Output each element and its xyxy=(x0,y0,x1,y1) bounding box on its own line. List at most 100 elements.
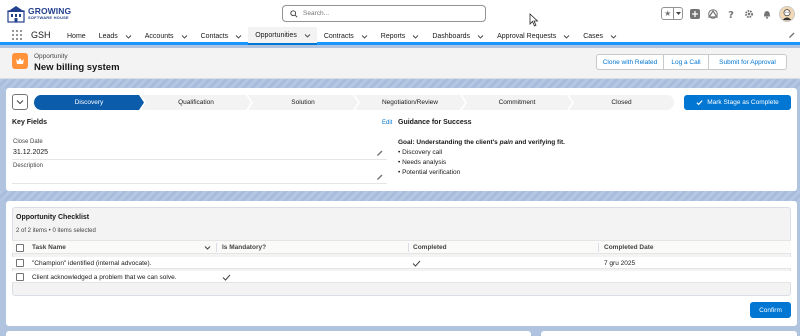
record-object-type: Opportunity xyxy=(34,53,68,60)
path-stage-label: Discovery xyxy=(74,99,104,106)
nav-tab-cases[interactable]: Cases xyxy=(576,27,623,45)
path-stage-commitment[interactable]: Commitment xyxy=(462,95,572,110)
nav-tab-label: Accounts xyxy=(144,32,174,40)
guidance-goal-prefix: Goal: Understanding the client's xyxy=(398,139,500,146)
app-launcher-icon[interactable] xyxy=(12,30,22,40)
nav-tab-accounts[interactable]: Accounts xyxy=(138,27,194,45)
guidance-bullet: • Discovery call xyxy=(398,149,443,156)
key-fields-title: Key Fields xyxy=(12,119,48,126)
row-select-checkbox[interactable] xyxy=(16,259,24,267)
path-stage-label: Closed xyxy=(611,99,632,106)
column-header-completed-date[interactable]: Completed Date xyxy=(604,241,653,254)
help-button[interactable]: ? xyxy=(725,8,737,20)
clone-with-related-button[interactable]: Clone with Related xyxy=(596,54,664,70)
chevron-down-icon[interactable] xyxy=(361,33,368,40)
chevron-down-icon[interactable] xyxy=(610,33,617,40)
mandatory-checkmark-icon xyxy=(222,274,231,281)
nav-tab-contracts[interactable]: Contracts xyxy=(317,27,374,45)
path-stage-negotiation-review[interactable]: Negotiation/Review xyxy=(355,95,465,110)
nav-tab-opportunities[interactable]: Opportunities xyxy=(248,27,317,45)
search-icon xyxy=(290,9,298,18)
key-fields-edit-link[interactable]: Edit xyxy=(382,120,392,126)
mouse-cursor-icon xyxy=(529,13,539,27)
help-icon: ? xyxy=(728,10,734,19)
chevron-down-icon xyxy=(16,100,24,105)
row-select-checkbox[interactable] xyxy=(16,273,24,281)
gear-icon xyxy=(745,9,753,18)
table-header-row: Task Name Is Mandatory? Completed Comple… xyxy=(12,240,791,254)
edit-description-pencil-icon[interactable] xyxy=(376,173,384,181)
user-avatar[interactable] xyxy=(779,5,795,22)
checkmark-icon xyxy=(696,100,703,106)
nav-tab-home[interactable]: Home xyxy=(60,27,92,45)
chevron-down-icon[interactable] xyxy=(204,245,211,251)
company-logo[interactable]: GROWING SOFTWARE HOUSE xyxy=(6,3,72,24)
notifications-button[interactable] xyxy=(761,8,773,20)
confirm-button[interactable]: Confirm xyxy=(750,302,791,318)
completed-checkmark-icon xyxy=(412,260,421,267)
background-texture xyxy=(0,79,800,88)
guidance-bullet: • Needs analysis xyxy=(398,159,447,166)
column-divider xyxy=(408,243,409,252)
global-actions-button[interactable] xyxy=(689,8,701,20)
nav-tab-dashboards[interactable]: Dashboards xyxy=(425,27,490,45)
nav-tab-label: Contacts xyxy=(200,32,229,40)
global-header: GROWING SOFTWARE HOUSE Search... ★ ? xyxy=(0,0,800,27)
completed-date-cell: 7 gru 2025 xyxy=(604,259,636,267)
path-stage-discovery[interactable]: Discovery xyxy=(34,95,144,110)
setup-button[interactable] xyxy=(743,8,755,20)
chevron-down-icon[interactable] xyxy=(412,33,419,40)
opportunity-crown-icon xyxy=(12,53,28,69)
nav-tab-contacts[interactable]: Contacts xyxy=(194,27,249,45)
guidance-bullet: • Potential verification xyxy=(398,169,461,176)
guidance-goal: Goal: Understanding the client's pain an… xyxy=(398,139,565,146)
path-stage-solution[interactable]: Solution xyxy=(248,95,358,110)
nav-tab-label: Contracts xyxy=(323,32,354,40)
nav-tabs: Home Leads Accounts Contacts Opportunities Co… xyxy=(60,27,623,45)
chevron-down-icon[interactable] xyxy=(181,33,188,40)
nav-tab-approval-requests[interactable]: Approval Requests xyxy=(490,27,576,45)
favorites-menu-button[interactable] xyxy=(673,8,682,19)
record-title: New billing system xyxy=(34,62,120,73)
chevron-down-icon[interactable] xyxy=(477,33,484,40)
chevron-down-icon[interactable] xyxy=(304,32,311,39)
nav-tab-reports[interactable]: Reports xyxy=(374,27,426,45)
select-all-checkbox[interactable] xyxy=(16,244,24,252)
table-row: "Champion" identified (internal advocate… xyxy=(12,257,791,269)
chevron-down-icon[interactable] xyxy=(125,33,132,40)
column-header-task-name[interactable]: Task Name xyxy=(32,241,66,254)
nav-tab-label: Leads xyxy=(98,32,118,40)
background-texture xyxy=(0,191,800,201)
nav-tab-leads[interactable]: Leads xyxy=(92,27,138,45)
path-stage-label: Negotiation/Review xyxy=(381,99,438,106)
chevron-down-icon[interactable] xyxy=(235,33,242,40)
path-stage-closed[interactable]: Closed xyxy=(569,95,674,110)
global-search-input[interactable]: Search... xyxy=(282,5,486,22)
edit-close-date-pencil-icon[interactable] xyxy=(376,149,384,157)
guidance-goal-emphasis: pain xyxy=(499,139,513,146)
mark-stage-complete-button[interactable]: Mark Stage as Complete xyxy=(684,95,791,110)
path-collapse-button[interactable] xyxy=(12,94,28,110)
related-card-right xyxy=(541,331,797,336)
chevron-down-icon[interactable] xyxy=(563,33,570,40)
log-a-call-button[interactable]: Log a Call xyxy=(664,54,709,70)
task-name-cell: Client acknowledged a problem that we ca… xyxy=(32,273,177,281)
edit-nav-pencil-icon[interactable] xyxy=(788,31,796,39)
chevron-down-icon xyxy=(675,11,681,15)
guidance-goal-suffix: and verifying fit. xyxy=(512,139,565,146)
guidance-title: Guidance for Success xyxy=(398,119,472,126)
column-header-completed[interactable]: Completed xyxy=(413,241,447,254)
plus-icon xyxy=(690,8,700,19)
path-stage-qualification[interactable]: Qualification xyxy=(141,95,251,110)
column-divider xyxy=(216,243,217,252)
column-header-is-mandatory[interactable]: Is Mandatory? xyxy=(222,241,266,254)
search-placeholder: Search... xyxy=(303,10,330,17)
submit-for-approval-button[interactable]: Submit for Approval xyxy=(709,54,787,70)
nav-tab-label: Dashboards xyxy=(432,32,471,40)
nav-tab-label: Opportunities xyxy=(255,31,297,39)
guidance-center-button[interactable] xyxy=(707,8,719,20)
checklist-title: Opportunity Checklist xyxy=(16,214,90,221)
favorites-button[interactable]: ★ xyxy=(661,7,683,20)
logo-building-icon xyxy=(7,5,25,23)
description-label: Description xyxy=(13,163,44,169)
